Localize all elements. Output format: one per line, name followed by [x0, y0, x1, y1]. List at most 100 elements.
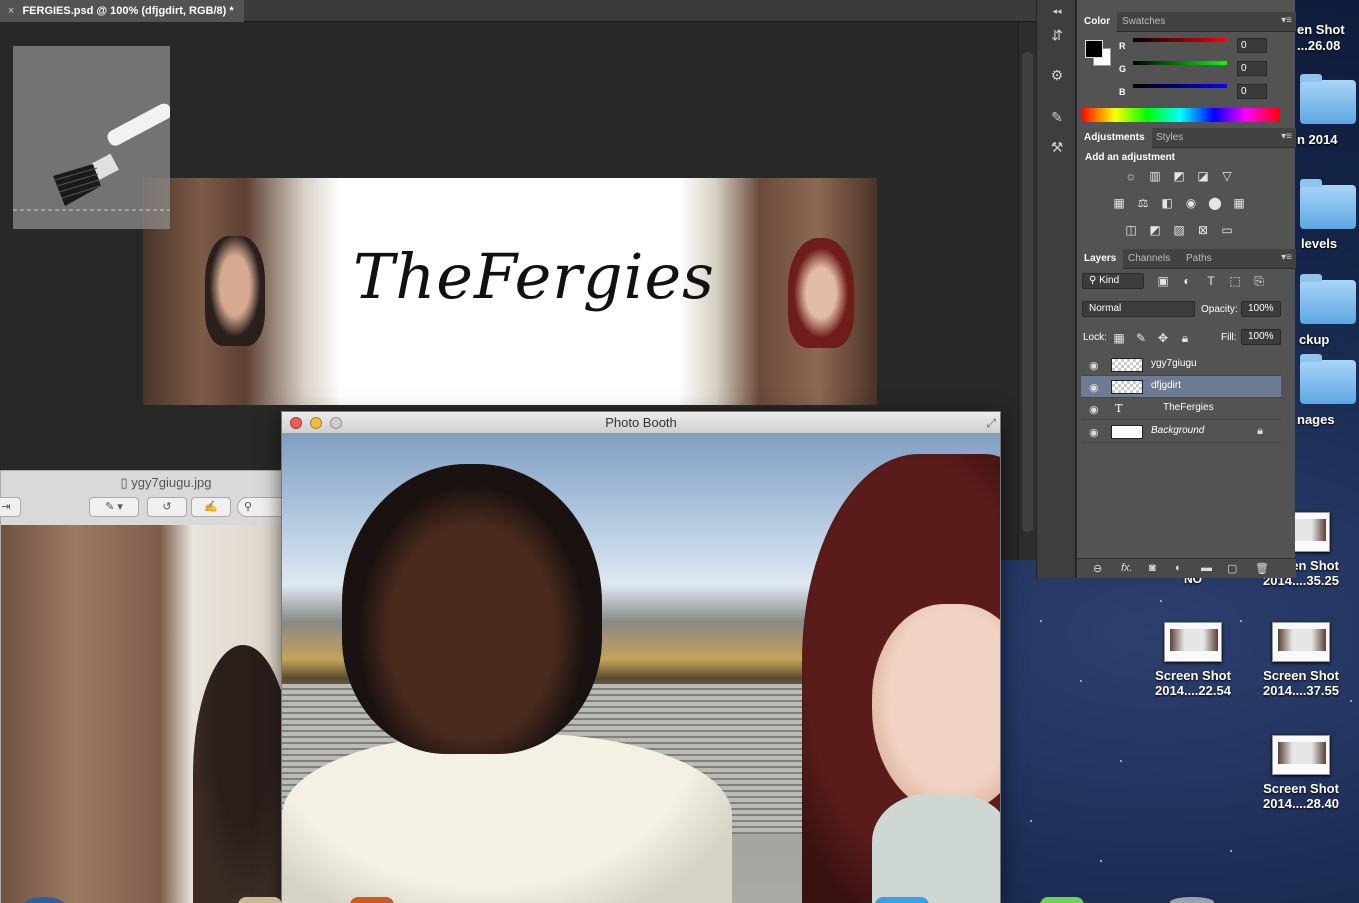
delete-layer-icon[interactable]: 🗑︎ — [1255, 562, 1269, 575]
preview-window[interactable]: ▯ ygy7giugu.jpg ⇥ ✎ ▾ ↺ ✍ ⚲ — [0, 470, 297, 903]
desktop-label[interactable]: nages — [1297, 412, 1335, 427]
document-vertical-scrollbar[interactable] — [1018, 22, 1036, 560]
green-slider[interactable] — [1133, 61, 1227, 65]
desktop-label[interactable]: en Shot — [1297, 22, 1345, 37]
annotate-button[interactable]: ✍ — [191, 497, 231, 517]
dock-icon[interactable] — [875, 897, 929, 903]
desktop-screenshot-icon[interactable]: Screen Shot 2014....28.40 — [1251, 735, 1351, 811]
tab-channels[interactable]: Channels — [1121, 249, 1177, 269]
levels-icon[interactable]: ▥ — [1147, 169, 1163, 183]
new-layer-icon[interactable]: ▢ — [1227, 562, 1237, 575]
layer-filter-dropdown[interactable]: ⚲ Kind — [1082, 273, 1144, 289]
invert-icon[interactable]: ◫ — [1123, 223, 1139, 237]
panel-menu-icon[interactable]: ▾≡ — [1281, 252, 1292, 263]
color-lookup-icon[interactable]: ▦ — [1231, 196, 1247, 210]
dock-icon[interactable] — [238, 897, 282, 903]
properties-icon[interactable]: ⚙ — [1046, 64, 1068, 86]
lock-pixels-icon[interactable]: ✎ — [1133, 331, 1149, 345]
channel-mixer-icon[interactable]: ⬤ — [1207, 196, 1223, 210]
panel-menu-icon[interactable]: ▾≡ — [1281, 131, 1292, 142]
photo-filter-icon[interactable]: ◉ — [1183, 196, 1199, 210]
blue-slider[interactable] — [1133, 84, 1227, 88]
desktop-screenshot-icon[interactable]: Screen Shot 2014....37.55 — [1251, 622, 1351, 698]
lock-transparent-icon[interactable]: ▦ — [1111, 331, 1127, 345]
minimize-window-button[interactable] — [310, 417, 322, 429]
hue-saturation-icon[interactable]: ▦ — [1111, 196, 1127, 210]
photo-booth-titlebar[interactable]: Photo Booth ⤢ — [282, 412, 1000, 434]
layer-row[interactable]: ◉ T TheFergies — [1081, 398, 1281, 420]
black-white-icon[interactable]: ◧ — [1159, 196, 1175, 210]
desktop-label[interactable]: levels — [1301, 236, 1337, 251]
exposure-icon[interactable]: ◪ — [1195, 169, 1211, 183]
document-tab[interactable]: × FERGIES.psd @ 100% (dfjgdirt, RGB/8) * — [0, 0, 244, 22]
history-icon[interactable]: ⇵ — [1046, 24, 1068, 46]
desktop-label[interactable]: n 2014 — [1297, 132, 1337, 147]
dock-icon[interactable] — [1170, 897, 1214, 903]
close-tab-icon[interactable]: × — [8, 0, 14, 22]
layer-row[interactable]: ◉ Background 🔒︎ — [1081, 421, 1281, 443]
shape-filter-icon[interactable]: ⬚ — [1227, 274, 1243, 288]
smart-object-filter-icon[interactable]: ⎘ — [1251, 274, 1267, 288]
photo-booth-window[interactable]: Photo Booth ⤢ — [281, 411, 1001, 903]
lock-all-icon[interactable]: 🔒︎ — [1177, 331, 1193, 345]
lock-position-icon[interactable]: ✥ — [1155, 331, 1171, 345]
desktop-screenshot-icon[interactable]: Screen Shot 2014....22.54 — [1143, 622, 1243, 698]
close-window-button[interactable] — [290, 417, 302, 429]
type-filter-icon[interactable]: T — [1203, 274, 1219, 288]
fullscreen-icon[interactable]: ⤢ — [986, 416, 996, 431]
desktop-label[interactable]: ckup — [1299, 332, 1329, 347]
new-group-icon[interactable]: ▬ — [1201, 562, 1212, 574]
tab-layers[interactable]: Layers — [1077, 249, 1124, 269]
visibility-eye-icon[interactable]: ◉ — [1089, 403, 1099, 416]
panel-menu-icon[interactable]: ▾≡ — [1281, 15, 1292, 26]
tab-adjustments[interactable]: Adjustments — [1077, 128, 1152, 148]
pixel-filter-icon[interactable]: ▣ — [1155, 274, 1171, 288]
visibility-eye-icon[interactable]: ◉ — [1089, 359, 1099, 372]
adjustment-filter-icon[interactable]: ◐ — [1179, 274, 1195, 288]
folder-icon[interactable] — [1300, 179, 1356, 229]
brightness-contrast-icon[interactable]: ☼ — [1123, 169, 1139, 183]
sidebar-toggle-button[interactable]: ⇥ — [0, 497, 21, 517]
folder-icon[interactable] — [1300, 354, 1356, 404]
tool-presets-icon[interactable]: ⚒ — [1046, 136, 1068, 158]
color-balance-icon[interactable]: ⚖ — [1135, 196, 1151, 210]
add-mask-icon[interactable]: ◙ — [1149, 562, 1156, 574]
gradient-map-icon[interactable]: ▭ — [1219, 223, 1235, 237]
collapse-panels-icon[interactable]: ◂◂ — [1046, 0, 1068, 22]
new-adjustment-layer-icon[interactable]: ◐ — [1175, 562, 1182, 574]
green-value-field[interactable]: 0 — [1237, 61, 1267, 76]
canvas-banner-image[interactable]: TheFergies — [143, 178, 877, 405]
dock-icon[interactable] — [350, 897, 394, 903]
dock-icon[interactable] — [1040, 897, 1084, 903]
layer-row-selected[interactable]: ◉ dfjgdirt — [1081, 376, 1281, 398]
tab-styles[interactable]: Styles — [1149, 128, 1190, 148]
desktop-label[interactable]: ...26.08 — [1297, 38, 1340, 53]
fill-field[interactable]: 100% — [1241, 329, 1281, 345]
layer-style-icon[interactable]: fx. — [1121, 562, 1133, 574]
blend-mode-dropdown[interactable]: Normal — [1082, 301, 1195, 317]
threshold-icon[interactable]: ▨ — [1171, 223, 1187, 237]
brush-presets-icon[interactable]: ✎ — [1046, 106, 1068, 128]
markup-button[interactable]: ✎ ▾ — [89, 497, 139, 517]
posterize-icon[interactable]: ◩ — [1147, 223, 1163, 237]
visibility-eye-icon[interactable]: ◉ — [1089, 426, 1099, 439]
rotate-button[interactable]: ↺ — [147, 497, 187, 517]
curves-icon[interactable]: ◩ — [1171, 169, 1187, 183]
folder-icon[interactable] — [1300, 274, 1356, 324]
tab-swatches[interactable]: Swatches — [1115, 12, 1172, 32]
tab-color[interactable]: Color — [1077, 12, 1118, 32]
blue-value-field[interactable]: 0 — [1237, 84, 1267, 99]
foreground-color-swatch[interactable] — [1085, 40, 1103, 58]
zoom-window-button[interactable] — [330, 417, 342, 429]
selective-color-icon[interactable]: ⊠ — [1195, 223, 1211, 237]
tab-paths[interactable]: Paths — [1179, 249, 1219, 269]
layer-row[interactable]: ◉ ygy7giugu — [1081, 354, 1281, 376]
color-spectrum-bar[interactable] — [1081, 108, 1280, 122]
vibrance-icon[interactable]: ▽ — [1219, 169, 1235, 183]
red-slider[interactable] — [1133, 38, 1227, 42]
visibility-eye-icon[interactable]: ◉ — [1089, 381, 1099, 394]
opacity-field[interactable]: 100% — [1241, 301, 1281, 317]
link-layers-icon[interactable]: ⊖ — [1093, 562, 1102, 575]
folder-icon[interactable] — [1300, 74, 1356, 124]
red-value-field[interactable]: 0 — [1237, 38, 1267, 53]
